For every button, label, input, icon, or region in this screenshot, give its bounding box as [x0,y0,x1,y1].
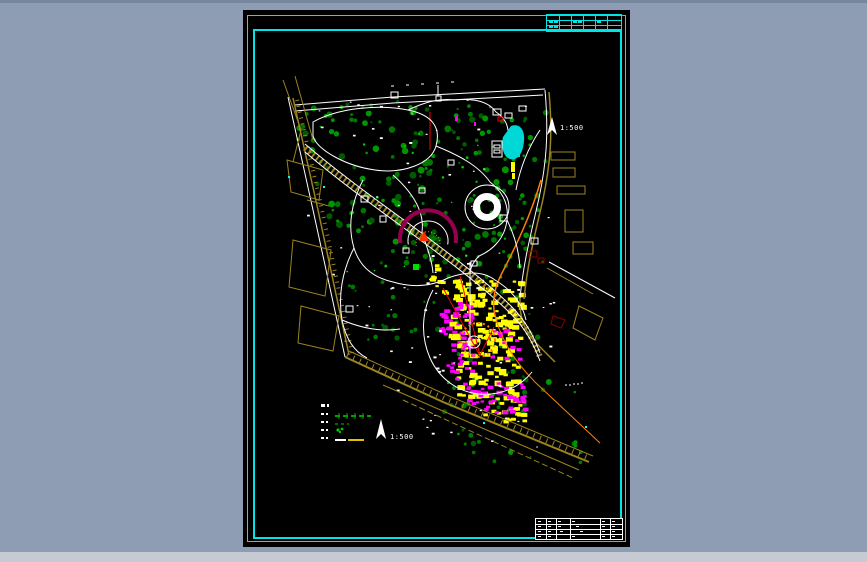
north-arrow-top-icon [547,117,557,135]
window-top-strip [0,0,867,3]
pool [502,125,525,160]
legend-title-mark [321,404,325,407]
title-block [535,518,623,540]
green-square [413,264,419,270]
south-road [344,356,590,463]
legend-swatch-ground-cover [336,428,340,432]
window-bottom-strip [0,552,867,562]
drawing-sheet[interactable]: 1:500 1:500 [243,10,630,547]
cad-viewer-background: 1:500 1:500 [0,0,867,562]
scale-label-bottom: 1:500 [390,433,414,441]
plaza-ring [473,193,501,221]
scale-label-top: 1:500 [560,124,584,132]
site-plan-drawing: 1:500 1:500 [282,75,616,479]
revision-table [546,14,622,32]
north-arrow-bottom-icon [376,419,386,439]
